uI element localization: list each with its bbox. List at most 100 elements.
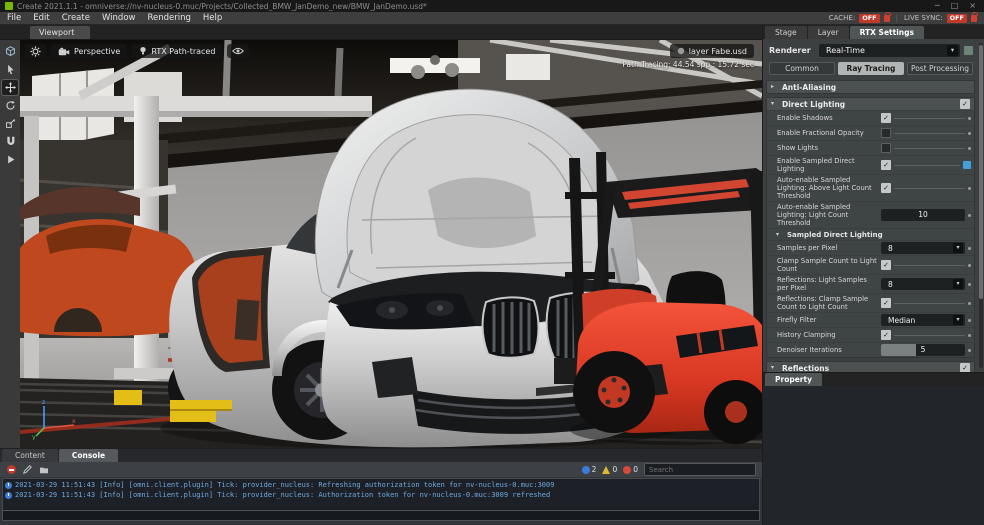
checkbox[interactable]: ✓ xyxy=(881,183,891,193)
move-tool[interactable] xyxy=(2,80,18,95)
dropdown-firefly-filter[interactable]: Median▾ xyxy=(881,314,965,326)
section-direct-lighting: ▾Direct Lighting✓Enable Shadows✓Enable F… xyxy=(766,97,975,358)
reset-dot[interactable] xyxy=(968,117,971,120)
menu-help[interactable]: Help xyxy=(203,13,222,23)
tab-layer[interactable]: Layer xyxy=(808,26,849,39)
reset-dot[interactable] xyxy=(968,349,971,352)
maximize-button[interactable]: □ xyxy=(951,1,959,11)
slider-denoiser-iterations[interactable]: 5 xyxy=(881,344,965,356)
cache-status-badge[interactable]: OFF xyxy=(859,14,879,23)
expanded-triangle-icon[interactable]: ▾ xyxy=(771,100,778,108)
visibility-button[interactable] xyxy=(227,44,249,58)
minimize-button[interactable]: ─ xyxy=(935,1,940,11)
cache-lock-icon xyxy=(884,15,890,22)
scene-canvas[interactable]: Perspective RTX Path-traced layer Fabe.u… xyxy=(20,40,762,448)
viewport-overlay-controls: Perspective RTX Path-traced xyxy=(25,44,249,58)
open-folder-icon[interactable] xyxy=(38,464,49,475)
subsection-sampled-direct-lighting[interactable]: ▾Sampled Direct Lighting xyxy=(767,228,974,240)
checkbox[interactable] xyxy=(881,143,891,153)
menu-file[interactable]: File xyxy=(7,13,21,23)
clear-console-button[interactable] xyxy=(6,464,17,475)
right-panel: StageLayerRTX Settings Renderer Real-Tim… xyxy=(762,25,984,525)
chevron-down-icon[interactable]: ▾ xyxy=(947,45,958,56)
reset-dot[interactable] xyxy=(968,334,971,337)
checkbox[interactable]: ✓ xyxy=(881,260,891,270)
setting-label: Show Lights xyxy=(777,144,878,152)
reset-dot[interactable] xyxy=(968,319,971,322)
snap-tool[interactable] xyxy=(2,134,18,149)
chevron-down-icon[interactable]: ▾ xyxy=(953,279,963,289)
setting-label: Auto-enable Sampled Lighting: Light Coun… xyxy=(777,203,878,227)
viewport-settings-button[interactable] xyxy=(25,44,46,58)
console-command-input[interactable] xyxy=(2,510,760,521)
info-filter[interactable]: 2 xyxy=(582,465,597,474)
warning-filter[interactable]: 0 xyxy=(602,465,617,474)
renderer-dropdown[interactable]: Real-Time ▾ xyxy=(819,44,960,57)
renderer-reset-button[interactable] xyxy=(964,46,973,55)
dropdown-reflections-light-samples-per-pixel[interactable]: 8▾ xyxy=(881,278,965,290)
reset-dot[interactable] xyxy=(968,214,971,217)
select-mode-tool[interactable] xyxy=(2,44,18,59)
collapsed-triangle-icon[interactable]: ▸ xyxy=(771,83,778,91)
setting-label: Clamp Sample Count to Light Count xyxy=(777,257,878,273)
rotate-tool[interactable] xyxy=(2,98,18,113)
mode-tab-post-processing[interactable]: Post Processing xyxy=(907,62,973,75)
checkbox[interactable]: ✓ xyxy=(881,113,891,123)
axis-y-label: y xyxy=(32,434,36,440)
log-text: 2021-03-29 11:51:43 [Info] [omni.client.… xyxy=(15,481,554,489)
chevron-down-icon[interactable]: ▾ xyxy=(953,315,963,325)
error-filter[interactable]: 0 xyxy=(623,465,638,474)
console-log[interactable]: 2021-03-29 11:51:43 [Info] [omni.client.… xyxy=(2,478,760,511)
tab-content[interactable]: Content xyxy=(2,449,58,462)
checkbox[interactable]: ✓ xyxy=(881,298,891,308)
play-tool[interactable] xyxy=(2,152,18,167)
menu-edit[interactable]: Edit xyxy=(33,13,49,23)
console-tabbar: ContentConsole xyxy=(0,449,762,462)
render-mode-button[interactable]: RTX Path-traced xyxy=(132,44,222,58)
value-field-auto-enable-sampled-lighting-light-count-threshold[interactable]: 10 xyxy=(881,209,965,221)
edit-icon[interactable] xyxy=(22,464,33,475)
layer-badge[interactable]: layer Fabe.usd xyxy=(670,44,754,58)
reset-dot[interactable] xyxy=(968,264,971,267)
checkbox[interactable] xyxy=(881,128,891,138)
section-checkbox[interactable]: ✓ xyxy=(960,363,970,372)
rtx-scrollbar[interactable] xyxy=(979,43,983,368)
checkbox[interactable]: ✓ xyxy=(881,330,891,340)
setting-row-firefly-filter: Firefly FilterMedian▾ xyxy=(767,312,974,327)
reset-dot[interactable] xyxy=(968,132,971,135)
chevron-down-icon[interactable]: ▾ xyxy=(953,243,963,253)
tab-property[interactable]: Property xyxy=(765,373,822,386)
reset-dot[interactable] xyxy=(968,187,971,190)
camera-selector-button[interactable]: Perspective xyxy=(51,44,127,58)
mode-tab-ray-tracing[interactable]: Ray Tracing xyxy=(838,62,904,75)
scale-tool[interactable] xyxy=(2,116,18,131)
reset-dot[interactable] xyxy=(968,147,971,150)
warning-icon xyxy=(602,466,610,474)
dropdown-samples-per-pixel[interactable]: 8▾ xyxy=(881,242,965,254)
menu-create[interactable]: Create xyxy=(62,13,90,23)
changed-indicator[interactable] xyxy=(963,161,971,169)
menu-rendering[interactable]: Rendering xyxy=(147,13,190,23)
tab-stage[interactable]: Stage xyxy=(765,26,807,39)
tab-console[interactable]: Console xyxy=(59,449,118,462)
reset-dot[interactable] xyxy=(968,247,971,250)
section-header-anti-aliasing[interactable]: ▸Anti-Aliasing xyxy=(767,81,974,93)
console-search-input[interactable] xyxy=(644,463,756,476)
3d-scene[interactable] xyxy=(20,40,762,448)
expanded-triangle-icon[interactable]: ▾ xyxy=(776,231,783,239)
reset-dot[interactable] xyxy=(968,283,971,286)
expanded-triangle-icon[interactable]: ▾ xyxy=(771,364,778,372)
live-sync-status-badge[interactable]: OFF xyxy=(947,14,967,23)
mode-tab-common[interactable]: Common xyxy=(769,62,835,75)
tab-rtx-settings[interactable]: RTX Settings xyxy=(850,26,924,39)
section-checkbox[interactable]: ✓ xyxy=(960,99,970,109)
rtx-settings-panel: Renderer Real-Time ▾ CommonRay TracingPo… xyxy=(763,39,984,372)
select-tool[interactable] xyxy=(2,62,18,77)
section-header-direct-lighting[interactable]: ▾Direct Lighting✓ xyxy=(767,98,974,110)
reset-dot[interactable] xyxy=(968,302,971,305)
tab-viewport[interactable]: Viewport xyxy=(30,26,90,39)
close-button[interactable]: × xyxy=(969,1,976,11)
checkbox[interactable]: ✓ xyxy=(881,160,891,170)
menu-window[interactable]: Window xyxy=(102,13,136,23)
section-header-reflections[interactable]: ▾Reflections✓ xyxy=(767,362,974,372)
